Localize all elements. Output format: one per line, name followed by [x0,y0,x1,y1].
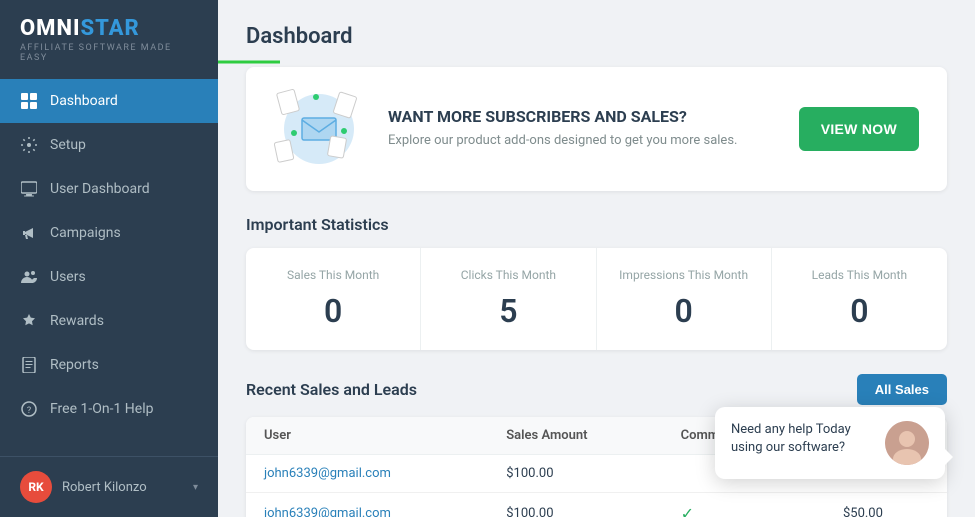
sidebar-item-setup[interactable]: Setup [0,123,218,167]
sidebar-item-label: Dashboard [50,93,118,109]
stat-value: 5 [441,292,575,330]
sidebar-item-label: Free 1-On-1 Help [50,401,153,417]
logo-area: OMNISTAR AFFILIATE SOFTWARE MADE EASY [0,0,218,79]
stat-label: Leads This Month [792,268,927,282]
promo-headline: WANT MORE SUBSCRIBERS AND SALES? [388,107,775,126]
sidebar-item-help[interactable]: ? Free 1-On-1 Help [0,387,218,431]
promo-graphic [274,89,364,169]
monitor-icon [20,180,38,198]
stat-impressions: Impressions This Month 0 [597,248,772,350]
reports-icon [20,356,38,374]
users-icon [20,268,38,286]
stats-section-title: Important Statistics [246,215,947,234]
stat-label: Sales This Month [266,268,400,282]
sidebar-item-label: Rewards [50,313,104,329]
dashboard-icon [20,92,38,110]
setup-icon [20,136,38,154]
main-content: Dashboard WANT MORE SUBSC [218,0,975,517]
promo-subtext: Explore our product add-ons designed to … [388,132,775,150]
svg-text:?: ? [27,406,31,416]
sidebar-item-user-dashboard[interactable]: User Dashboard [0,167,218,211]
sidebar-item-reports[interactable]: Reports [0,343,218,387]
cell-sales-amount: $100.00 [488,455,662,493]
stats-grid: Sales This Month 0 Clicks This Month 5 I… [246,248,947,350]
page-title: Dashboard [246,24,947,49]
stat-label: Clicks This Month [441,268,575,282]
stat-value: 0 [792,292,927,330]
cell-commission: ✓ [663,493,825,517]
cell-user: john6339@gmail.com [246,493,488,517]
sidebar-item-label: Reports [50,357,99,373]
recent-sales-title: Recent Sales and Leads [246,380,417,399]
recent-sales-header: Recent Sales and Leads All Sales [246,374,947,405]
stat-sales: Sales This Month 0 [246,248,421,350]
megaphone-icon [20,224,38,242]
chat-text: Need any help Today using our software? [731,421,875,457]
sidebar-item-users[interactable]: Users [0,255,218,299]
user-name: Robert Kilonzo [62,480,147,495]
cell-user: john6339@gmail.com [246,455,488,493]
stat-leads: Leads This Month 0 [772,248,947,350]
chevron-down-icon: ▾ [193,482,198,493]
promo-banner: WANT MORE SUBSCRIBERS AND SALES? Explore… [246,67,947,191]
sidebar-item-label: User Dashboard [50,181,150,197]
sidebar-item-label: Setup [50,137,86,153]
checkmark-icon: ✓ [681,504,694,517]
cell-amount: $50.00 [825,493,947,517]
col-user: User [246,417,488,455]
chat-popup: Need any help Today using our software? [715,407,945,479]
stat-clicks: Clicks This Month 5 [421,248,596,350]
logo-subtitle: AFFILIATE SOFTWARE MADE EASY [20,43,198,63]
stat-value: 0 [266,292,400,330]
sidebar-item-label: Campaigns [50,225,121,241]
stat-value: 0 [617,292,751,330]
cell-sales-amount: $100.00 [488,493,662,517]
view-now-button[interactable]: VIEW NOW [799,107,919,151]
all-sales-button[interactable]: All Sales [857,374,947,405]
table-row: john6339@gmail.com $100.00 ✓ $50.00 [246,493,947,517]
sidebar: OMNISTAR AFFILIATE SOFTWARE MADE EASY Da… [0,0,218,517]
avatar: RK [20,471,52,503]
sidebar-item-label: Users [50,269,86,285]
sidebar-item-rewards[interactable]: Rewards [0,299,218,343]
help-icon: ? [20,400,38,418]
chat-popup-arrow [945,449,953,465]
logo: OMNISTAR [20,16,198,41]
col-sales-amount: Sales Amount [488,417,662,455]
sidebar-nav: Dashboard Setup User Dashboard [0,79,218,456]
rewards-icon [20,312,38,330]
user-profile[interactable]: RK Robert Kilonzo ▾ [0,456,218,517]
chat-avatar [885,421,929,465]
stat-label: Impressions This Month [617,268,751,282]
promo-text: WANT MORE SUBSCRIBERS AND SALES? Explore… [388,107,775,150]
floating-papers [274,89,364,169]
sidebar-item-dashboard[interactable]: Dashboard [0,79,218,123]
sidebar-item-campaigns[interactable]: Campaigns [0,211,218,255]
